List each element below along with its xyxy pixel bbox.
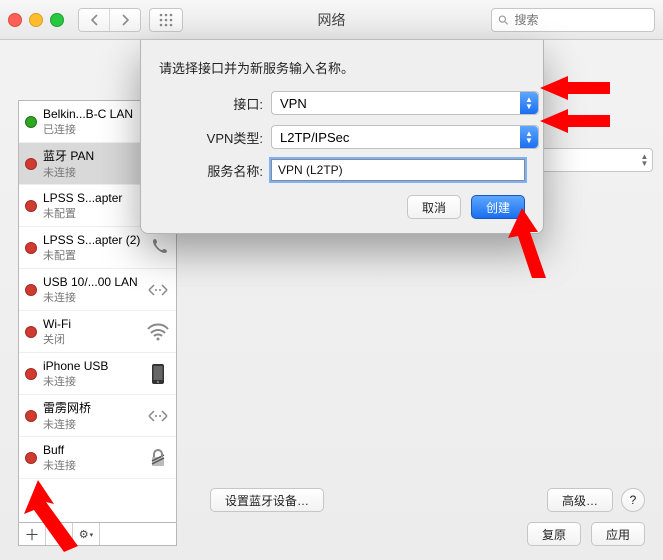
create-button[interactable]: 创建 [471, 195, 525, 219]
service-item[interactable]: Wi-Fi关闭 [19, 311, 176, 353]
titlebar: 网络 [0, 0, 663, 40]
add-service-button[interactable]: ＋ [19, 523, 46, 545]
phone-icon [146, 236, 170, 260]
status-dot-icon [25, 326, 37, 338]
service-name: USB 10/...00 LAN [43, 275, 140, 289]
back-button[interactable] [79, 9, 109, 31]
service-status: 关闭 [43, 331, 140, 347]
chevron-down-icon: ▾ [90, 531, 94, 539]
ethernet-icon [146, 404, 170, 428]
gear-icon: ⚙ [79, 528, 89, 541]
wifi-icon [146, 320, 170, 344]
service-item[interactable]: Buff未连接 [19, 437, 176, 479]
service-name: Buff [43, 443, 140, 457]
service-item[interactable]: 雷雳网桥未连接 [19, 395, 176, 437]
service-status: 未配置 [43, 205, 140, 221]
service-actions-button[interactable]: ⚙ ▾ [73, 523, 100, 545]
service-status: 未连接 [43, 289, 140, 305]
close-icon[interactable] [8, 13, 22, 27]
chevron-updown-icon: ▲▼ [520, 126, 538, 148]
nav-buttons [78, 8, 141, 32]
help-button[interactable]: ? [621, 488, 645, 512]
iphone-icon [146, 362, 170, 386]
service-name: Wi-Fi [43, 317, 140, 331]
bluetooth-settings-button[interactable]: 设置蓝牙设备… [210, 488, 324, 512]
minimize-icon[interactable] [29, 13, 43, 27]
status-dot-icon [25, 158, 37, 170]
interface-label: 接口: [159, 94, 271, 113]
advanced-button[interactable]: 高级… [547, 488, 613, 512]
status-dot-icon [25, 116, 37, 128]
status-dot-icon [25, 200, 37, 212]
new-service-sheet: 请选择接口并为新服务输入名称。 接口: VPN ▲▼ VPN类型: L2TP/I… [140, 40, 544, 234]
service-name: LPSS S...apter (2) [43, 233, 140, 247]
zoom-icon[interactable] [50, 13, 64, 27]
service-list-footer: ＋ － ⚙ ▾ [18, 523, 177, 546]
lock-icon [146, 446, 170, 470]
service-name: LPSS S...apter [43, 191, 140, 205]
service-status: 未连接 [43, 416, 140, 432]
chevron-updown-icon: ▲▼ [640, 153, 648, 167]
remove-service-button[interactable]: － [46, 523, 73, 545]
service-status: 未配置 [43, 247, 140, 263]
forward-button[interactable] [109, 9, 140, 31]
status-dot-icon [25, 452, 37, 464]
vpntype-select[interactable]: L2TP/IPSec ▲▼ [271, 125, 539, 149]
service-item[interactable]: USB 10/...00 LAN未连接 [19, 269, 176, 311]
service-name: iPhone USB [43, 359, 140, 373]
chevron-updown-icon: ▲▼ [520, 92, 538, 114]
cancel-button[interactable]: 取消 [407, 195, 461, 219]
service-name-input[interactable] [271, 159, 525, 181]
window-controls [8, 13, 64, 27]
revert-button[interactable]: 复原 [527, 522, 581, 546]
service-status: 未连接 [43, 457, 140, 473]
show-all-button[interactable] [149, 8, 183, 32]
service-status: 未连接 [43, 373, 140, 389]
service-item[interactable]: iPhone USB未连接 [19, 353, 176, 395]
status-dot-icon [25, 284, 37, 296]
ethernet-icon [146, 278, 170, 302]
status-dot-icon [25, 242, 37, 254]
interface-select[interactable]: VPN ▲▼ [271, 91, 539, 115]
search-field[interactable] [491, 8, 655, 32]
vpntype-label: VPN类型: [159, 128, 271, 147]
sheet-message: 请选择接口并为新服务输入名称。 [159, 58, 525, 77]
service-name-label: 服务名称: [159, 161, 271, 180]
status-dot-icon [25, 410, 37, 422]
search-icon [498, 14, 509, 26]
search-input[interactable] [513, 12, 648, 28]
service-name: 雷雳网桥 [43, 399, 140, 416]
status-dot-icon [25, 368, 37, 380]
apply-button[interactable]: 应用 [591, 522, 645, 546]
